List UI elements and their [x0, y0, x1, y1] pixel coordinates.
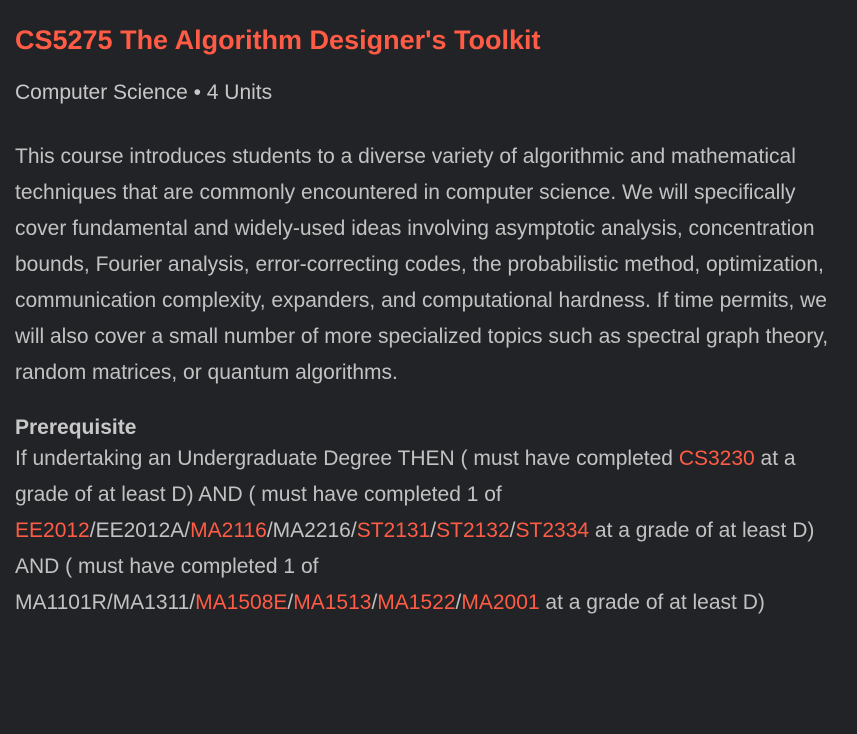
prerequisite-text-segment: at a grade of at least D) — [539, 591, 765, 614]
module-link-ee2012[interactable]: EE2012 — [15, 519, 90, 542]
course-title: CS5275 The Algorithm Designer's Toolkit — [15, 25, 541, 55]
module-link-ma1513[interactable]: MA1513 — [293, 591, 371, 614]
course-meta: Computer Science • 4 Units — [15, 81, 273, 104]
prerequisite-heading: Prerequisite — [15, 416, 137, 439]
module-link-st2334[interactable]: ST2334 — [516, 519, 590, 542]
module-link-st2132[interactable]: ST2132 — [436, 519, 510, 542]
module-link-cs3230[interactable]: CS3230 — [679, 447, 755, 470]
course-detail-page: CS5275 The Algorithm Designer's Toolkit … — [0, 0, 857, 734]
module-link-ma2116[interactable]: MA2116 — [190, 519, 267, 542]
module-link-st2131[interactable]: ST2131 — [357, 519, 431, 542]
course-description: This course introduces students to a div… — [15, 145, 829, 384]
module-link-ma1508e[interactable]: MA1508E — [195, 591, 287, 614]
prerequisite-text-segment: If undertaking an Undergraduate Degree T… — [15, 447, 679, 470]
module-link-ma1522[interactable]: MA1522 — [377, 591, 455, 614]
prerequisite-text-segment: /MA2216/ — [266, 519, 357, 542]
prerequisite-text-segment: /EE2012A/ — [89, 519, 191, 542]
module-link-ma2001[interactable]: MA2001 — [461, 591, 539, 614]
prerequisite-text: If undertaking an Undergraduate Degree T… — [15, 441, 840, 621]
